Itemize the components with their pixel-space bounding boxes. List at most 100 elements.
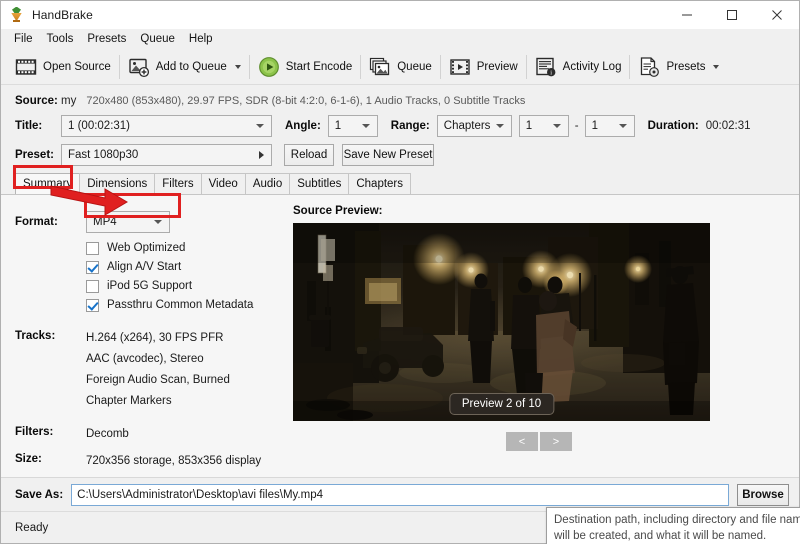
reload-button[interactable]: Reload bbox=[284, 144, 334, 166]
menu-item-tools[interactable]: Tools bbox=[40, 31, 81, 47]
checkbox-label-web-optimized: Web Optimized bbox=[107, 242, 186, 254]
minimize-button[interactable] bbox=[664, 0, 709, 29]
checkbox-box-ipod-5g-support[interactable] bbox=[86, 279, 99, 293]
tracks-row: Tracks: H.264 (x264), 30 FPS PFR AAC (av… bbox=[15, 328, 291, 412]
preview-column: Source Preview: Preview 2 of 10 < > bbox=[291, 205, 785, 477]
menu-item-presets[interactable]: Presets bbox=[80, 31, 133, 47]
size-row: Size: 720x356 storage, 853x356 display bbox=[15, 451, 291, 472]
source-row: Source: my 720x480 (853x480), 29.97 FPS,… bbox=[15, 91, 785, 111]
browse-button[interactable]: Browse bbox=[737, 483, 789, 506]
tab-strip: Summary Dimensions Filters Video Audio S… bbox=[1, 172, 799, 194]
checkbox-align-av-start[interactable]: Align A/V Start bbox=[86, 258, 291, 276]
presets-toolbar-button[interactable]: Presets bbox=[632, 52, 725, 82]
presets-toolbar-label: Presets bbox=[666, 60, 706, 73]
tab-summary[interactable]: Summary bbox=[15, 173, 81, 194]
checkbox-label-ipod-5g-support: iPod 5G Support bbox=[107, 280, 193, 292]
preset-combo-value: Fast 1080p30 bbox=[68, 149, 139, 161]
checkbox-label-passthru-common-metadata: Passthru Common Metadata bbox=[107, 299, 254, 311]
queue-button[interactable]: Queue bbox=[363, 52, 438, 82]
size-values: 720x356 storage, 853x356 display bbox=[86, 451, 261, 472]
handbrake-logo-icon bbox=[9, 6, 25, 23]
range-label: Range: bbox=[390, 120, 430, 132]
chevron-down-icon-format bbox=[154, 220, 162, 224]
duration-label: Duration: bbox=[647, 120, 699, 132]
preview-scene-illustration bbox=[293, 223, 710, 421]
menu-item-file[interactable]: File bbox=[7, 31, 40, 47]
tab-subtitles[interactable]: Subtitles bbox=[289, 173, 350, 194]
preview-label: Preview bbox=[476, 60, 518, 73]
activity-log-button[interactable]: i Activity Log bbox=[529, 52, 628, 82]
start-encode-button[interactable]: Start Encode bbox=[252, 52, 358, 82]
chevron-down-icon-chap-start bbox=[552, 124, 561, 128]
add-to-queue-label: Add to Queue bbox=[155, 60, 227, 73]
window-title: HandBrake bbox=[32, 7, 93, 22]
toolbar-separator-3 bbox=[360, 54, 362, 79]
preset-combo[interactable]: Fast 1080p30 bbox=[61, 144, 272, 166]
chevron-down-icon-range bbox=[495, 124, 504, 128]
green-play-icon bbox=[258, 56, 280, 78]
status-text: Ready bbox=[15, 521, 49, 534]
range-combo[interactable]: Chapters bbox=[436, 115, 512, 137]
format-combo[interactable]: MP4 bbox=[86, 211, 170, 233]
track-item: H.264 (x264), 30 FPS PFR bbox=[86, 332, 224, 344]
film-strip-icon bbox=[15, 56, 37, 78]
preview-prev-button[interactable]: < bbox=[506, 432, 538, 451]
tab-filters[interactable]: Filters bbox=[154, 173, 202, 194]
activity-log-label: Activity Log bbox=[562, 60, 622, 73]
handbrake-window: HandBrake File Tools Presets Queue Help … bbox=[0, 0, 800, 544]
add-image-icon bbox=[128, 56, 150, 78]
checkbox-box-align-av-start[interactable] bbox=[86, 260, 99, 274]
svg-text:i: i bbox=[550, 69, 552, 76]
checkbox-box-web-optimized[interactable] bbox=[86, 241, 99, 255]
start-encode-label: Start Encode bbox=[285, 60, 353, 73]
angle-label: Angle: bbox=[285, 120, 321, 132]
menu-item-queue[interactable]: Queue bbox=[133, 31, 182, 47]
close-button[interactable] bbox=[754, 0, 799, 29]
track-item: Chapter Markers bbox=[86, 395, 172, 407]
size-value: 720x356 storage, 853x356 display bbox=[86, 455, 262, 467]
open-source-label: Open Source bbox=[43, 60, 111, 73]
tab-audio[interactable]: Audio bbox=[244, 173, 291, 194]
checkbox-passthru-common-metadata[interactable]: Passthru Common Metadata bbox=[86, 296, 291, 314]
toolbar-separator-6 bbox=[629, 54, 631, 79]
checkbox-box-passthru-common-metadata[interactable] bbox=[86, 298, 99, 312]
open-source-button[interactable]: Open Source bbox=[9, 52, 117, 82]
save-as-input[interactable]: C:\Users\Administrator\Desktop\avi files… bbox=[71, 483, 729, 506]
source-preview-label: Source Preview: bbox=[293, 205, 383, 217]
preset-row: Preset: Fast 1080p30 Reload Save New Pre… bbox=[15, 142, 785, 168]
film-play-icon bbox=[449, 56, 471, 78]
toolbar-separator-2 bbox=[248, 54, 250, 79]
angle-combo-value: 1 bbox=[334, 120, 342, 132]
add-to-queue-button[interactable]: Add to Queue bbox=[122, 52, 247, 82]
chapter-end-combo[interactable]: 1 bbox=[584, 115, 635, 137]
chevron-down-icon-presets[interactable] bbox=[713, 64, 720, 69]
queue-label: Queue bbox=[397, 60, 432, 73]
preview-next-button[interactable]: > bbox=[540, 432, 572, 451]
title-combo-value: 1 (00:02:31) bbox=[68, 120, 131, 132]
chevron-down-icon[interactable] bbox=[234, 64, 241, 69]
maximize-button[interactable] bbox=[709, 0, 754, 29]
preview-button[interactable]: Preview bbox=[443, 52, 524, 82]
tooltip-line-2: will be created, and what it will be nam… bbox=[554, 530, 767, 542]
filters-value: Decomb bbox=[86, 428, 129, 440]
tracks-values: H.264 (x264), 30 FPS PFR AAC (avcodec), … bbox=[86, 328, 230, 412]
title-label: Title: bbox=[15, 120, 43, 132]
save-new-preset-button[interactable]: Save New Preset bbox=[342, 144, 434, 166]
title-combo[interactable]: 1 (00:02:31) bbox=[61, 115, 272, 137]
source-preview-image: Preview 2 of 10 bbox=[293, 223, 710, 421]
stacked-images-icon bbox=[369, 56, 391, 78]
chapter-start-combo[interactable]: 1 bbox=[518, 115, 569, 137]
duration-value: 00:02:31 bbox=[705, 120, 751, 132]
preview-nav: < > bbox=[293, 432, 785, 451]
tab-chapters[interactable]: Chapters bbox=[348, 173, 412, 194]
filters-values: Decomb bbox=[86, 424, 129, 445]
tab-dimensions[interactable]: Dimensions bbox=[79, 173, 156, 194]
checkbox-ipod-5g-support[interactable]: iPod 5G Support bbox=[86, 277, 291, 295]
toolbar-separator-4 bbox=[439, 54, 441, 79]
menu-item-help[interactable]: Help bbox=[182, 31, 220, 47]
angle-combo[interactable]: 1 bbox=[327, 115, 378, 137]
tab-video[interactable]: Video bbox=[200, 173, 246, 194]
title-bar: HandBrake bbox=[1, 0, 799, 29]
preset-label: Preset: bbox=[15, 149, 54, 161]
checkbox-web-optimized[interactable]: Web Optimized bbox=[86, 239, 291, 257]
